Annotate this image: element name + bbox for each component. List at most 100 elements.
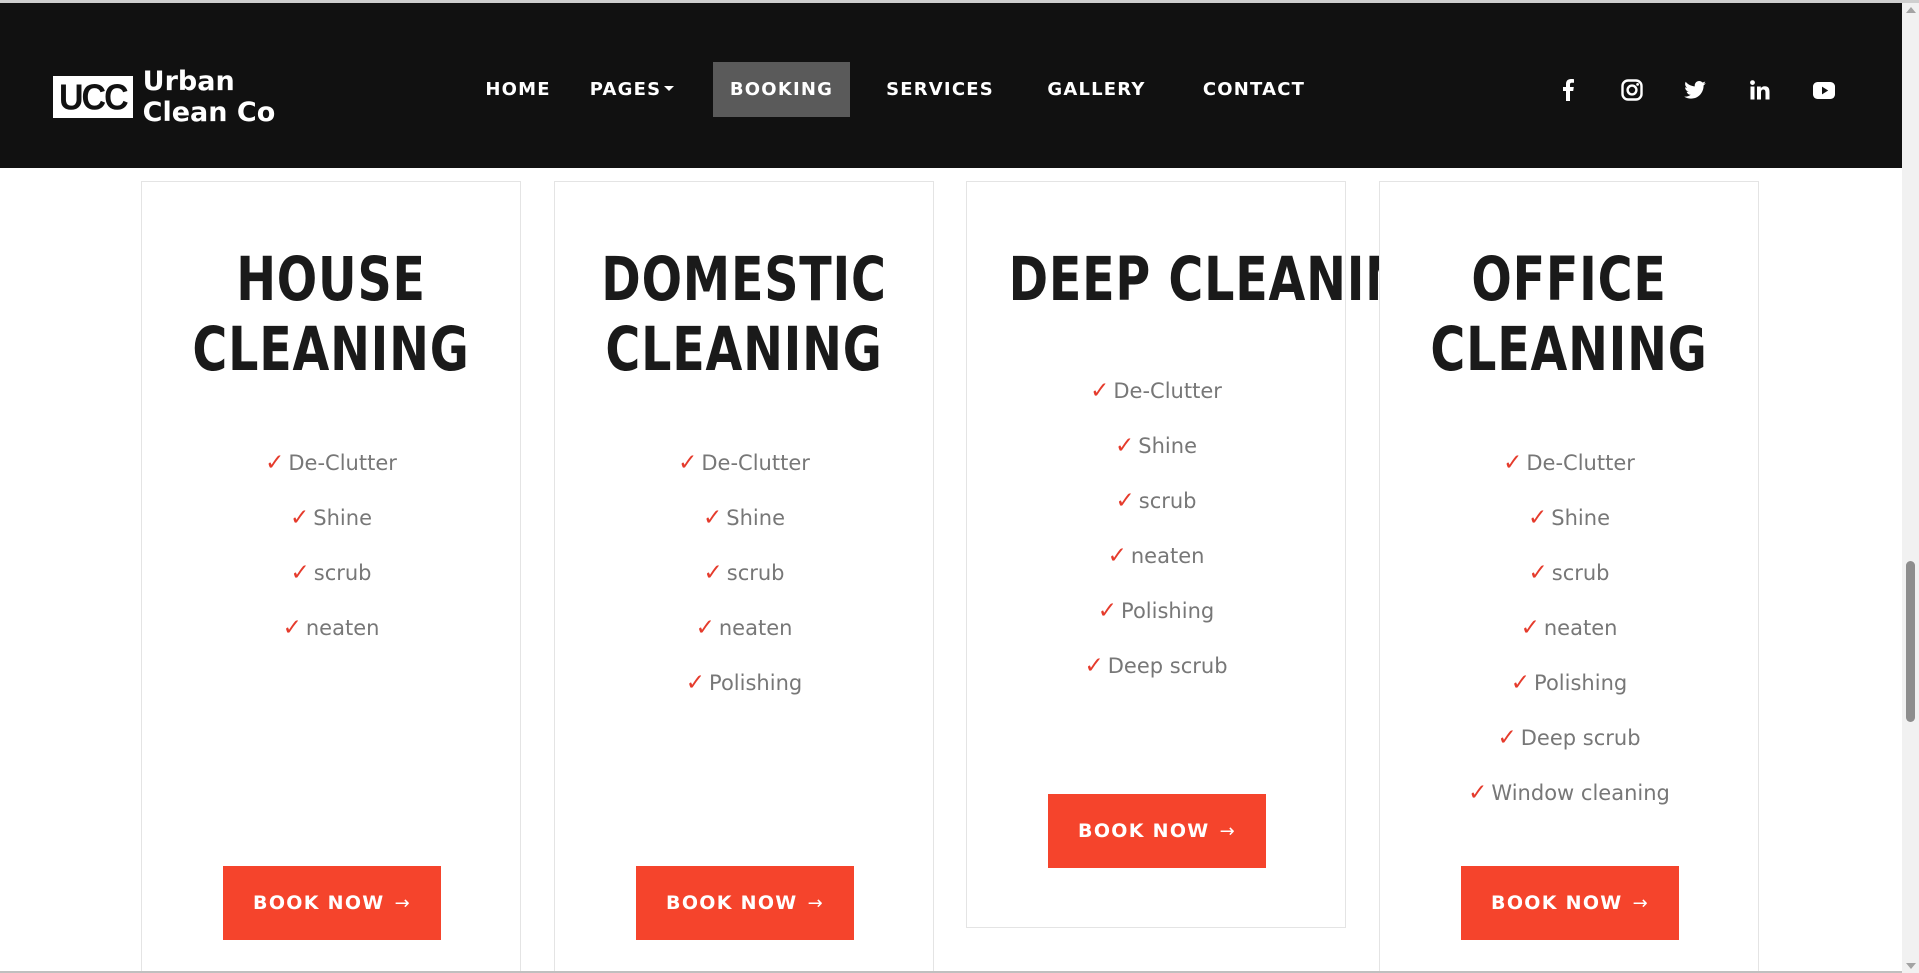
book-now-label: BOOK NOW xyxy=(1078,820,1210,842)
feature-label: scrub xyxy=(1138,489,1197,513)
scrollbar-thumb[interactable] xyxy=(1906,561,1915,722)
feature-item: ✓ Shine xyxy=(967,419,1345,474)
feature-label: De-Clutter xyxy=(1113,379,1222,403)
book-now-button[interactable]: BOOK NOW → xyxy=(223,866,441,940)
check-icon: ✓ xyxy=(1115,433,1135,459)
check-icon: ✓ xyxy=(1115,488,1135,514)
feature-list: ✓ De-Clutter ✓ Shine ✓ scrub ✓ neaten ✓ Polis… xyxy=(555,436,933,711)
check-icon: ✓ xyxy=(1503,450,1523,476)
service-card-house-cleaning: HOUSE CLEANING ✓ De-Clutter ✓ Shine ✓ scrub… xyxy=(141,181,521,973)
feature-item: ✓ De-Clutter xyxy=(1380,436,1758,491)
feature-item: ✓ neaten xyxy=(555,601,933,656)
feature-label: Polishing xyxy=(1121,599,1215,623)
check-icon: ✓ xyxy=(1090,378,1110,404)
feature-label: De-Clutter xyxy=(1526,451,1635,475)
card-title-line2: CLEANING xyxy=(192,314,470,385)
nav-booking[interactable]: BOOKING xyxy=(713,62,850,117)
nav-pages[interactable]: PAGES xyxy=(585,62,679,117)
instagram-icon[interactable] xyxy=(1619,77,1645,103)
scroll-down-icon[interactable] xyxy=(1906,963,1916,969)
linkedin-icon[interactable] xyxy=(1747,77,1773,103)
check-icon: ✓ xyxy=(703,505,723,531)
book-now-label: BOOK NOW xyxy=(1491,892,1623,914)
feature-item: ✓ scrub xyxy=(142,546,520,601)
feature-item: ✓ De-Clutter xyxy=(967,364,1345,419)
nav-contact[interactable]: CONTACT xyxy=(1198,62,1310,117)
check-icon: ✓ xyxy=(1084,653,1104,679)
chevron-down-icon xyxy=(664,86,675,91)
feature-label: Shine xyxy=(313,506,372,530)
feature-label: scrub xyxy=(1551,561,1610,585)
card-title: HOUSE CLEANING xyxy=(184,245,479,385)
service-card-office-cleaning: OFFICE CLEANING ✓ De-Clutter ✓ Shine ✓ scru… xyxy=(1379,181,1759,973)
feature-label: Deep scrub xyxy=(1520,726,1641,750)
check-icon: ✓ xyxy=(1510,670,1531,696)
feature-item: ✓ neaten xyxy=(967,529,1345,584)
feature-label: Polishing xyxy=(709,671,803,695)
feature-item: ✓ Shine xyxy=(555,491,933,546)
card-title-line1: OFFICE xyxy=(1471,244,1667,315)
book-now-button[interactable]: BOOK NOW → xyxy=(1461,866,1679,940)
feature-label: Shine xyxy=(1551,506,1610,530)
card-title: OFFICE CLEANING xyxy=(1422,245,1717,385)
feature-list: ✓ De-Clutter ✓ Shine ✓ scrub ✓ neaten ✓ Polis… xyxy=(967,364,1345,694)
check-icon: ✓ xyxy=(1097,598,1118,624)
feature-label: Deep scrub xyxy=(1107,654,1228,678)
check-icon: ✓ xyxy=(1520,615,1540,641)
service-card-domestic-cleaning: DOMESTIC CLEANING ✓ De-Clutter ✓ Shine ✓ sc… xyxy=(554,181,934,973)
check-icon: ✓ xyxy=(290,505,310,531)
check-icon: ✓ xyxy=(265,450,285,476)
feature-label: Polishing xyxy=(1534,671,1628,695)
feature-item: ✓ Polishing xyxy=(967,584,1345,639)
nav-services[interactable]: SERVICES xyxy=(878,62,1002,117)
check-icon: ✓ xyxy=(282,615,302,641)
check-icon: ✓ xyxy=(685,670,706,696)
nav-gallery[interactable]: GALLERY xyxy=(1039,62,1154,117)
book-now-button[interactable]: BOOK NOW → xyxy=(1048,794,1266,868)
feature-item: ✓ Deep scrub xyxy=(1380,711,1758,766)
feature-label: Shine xyxy=(1138,434,1197,458)
feature-label: De-Clutter xyxy=(288,451,397,475)
feature-item: ✓ Window cleaning xyxy=(1380,766,1758,821)
feature-label: neaten xyxy=(1543,616,1618,640)
book-now-label: BOOK NOW xyxy=(666,892,798,914)
check-icon: ✓ xyxy=(290,560,310,586)
book-now-label: BOOK NOW xyxy=(253,892,385,914)
feature-item: ✓ De-Clutter xyxy=(142,436,520,491)
arrow-right-icon: → xyxy=(394,892,411,914)
book-now-button[interactable]: BOOK NOW → xyxy=(636,866,854,940)
arrow-right-icon: → xyxy=(1219,820,1236,842)
nav-home[interactable]: HOME xyxy=(466,62,570,117)
feature-item: ✓ Deep scrub xyxy=(967,639,1345,694)
feature-label: Shine xyxy=(726,506,785,530)
card-title-line2: CLEANING xyxy=(605,314,883,385)
feature-label: De-Clutter xyxy=(701,451,810,475)
feature-label: neaten xyxy=(718,616,793,640)
facebook-icon[interactable] xyxy=(1555,77,1581,103)
feature-item: ✓ neaten xyxy=(1380,601,1758,656)
nav-pages-label: PAGES xyxy=(589,79,662,100)
feature-label: Window cleaning xyxy=(1491,781,1670,805)
check-icon: ✓ xyxy=(703,560,723,586)
feature-item: ✓ Polishing xyxy=(555,656,933,711)
main-nav: HOME PAGES BOOKING SERVICES GALLERY CONT… xyxy=(0,62,1902,117)
feature-label: scrub xyxy=(726,561,785,585)
arrow-right-icon: → xyxy=(807,892,824,914)
site-header: UCC Urban Clean Co HOME PAGES BOOKING SE… xyxy=(0,3,1902,168)
arrow-right-icon: → xyxy=(1632,892,1649,914)
scroll-up-icon[interactable] xyxy=(1906,7,1916,13)
card-title-line2: CLEANING xyxy=(1430,314,1708,385)
feature-label: neaten xyxy=(305,616,380,640)
feature-list: ✓ De-Clutter ✓ Shine ✓ scrub ✓ neaten ✓ Polis… xyxy=(1380,436,1758,821)
feature-item: ✓ De-Clutter xyxy=(555,436,933,491)
youtube-icon[interactable] xyxy=(1811,77,1837,103)
page-scrollbar[interactable] xyxy=(1902,3,1919,973)
check-icon: ✓ xyxy=(1468,780,1488,806)
service-card-deep-cleaning: DEEP CLEANING ✓ De-Clutter ✓ Shine ✓ scrub … xyxy=(966,181,1446,928)
check-icon: ✓ xyxy=(1107,543,1127,569)
feature-label: scrub xyxy=(313,561,372,585)
check-icon: ✓ xyxy=(1497,725,1517,751)
card-title-line1: DOMESTIC xyxy=(601,244,887,315)
card-title-line1: DEEP CLEANING xyxy=(1008,244,1446,315)
twitter-icon[interactable] xyxy=(1682,77,1708,103)
